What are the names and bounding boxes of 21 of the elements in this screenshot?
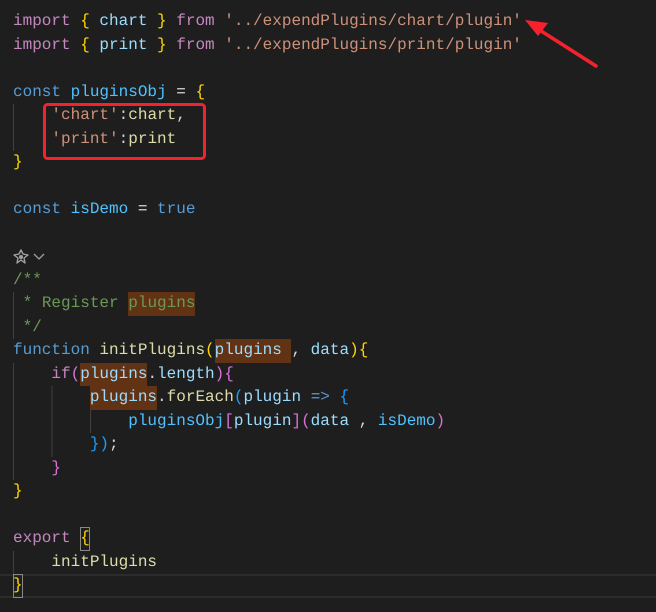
code-line: pluginsObj[plugin](data , isDemo) [13,410,446,433]
code-line: import { chart } from '../expendPlugins/chart/plugin' [13,11,522,32]
code-line: 'print':print [13,128,176,151]
code-line: import { print } from '../expendPlugins/print/plugin' [13,34,522,56]
code-line: } [0,574,656,598]
sparkle-icon[interactable] [13,248,29,265]
code-line: } [13,456,62,480]
code-line: } [13,481,23,502]
code-line: if(plugins.length){ [13,362,234,386]
code-line: /** [13,270,42,290]
code-line: const isDemo = true [13,199,196,220]
code-line: 'chart':chart, [13,104,186,128]
code-line: initPlugins [13,550,158,574]
chevron-down-icon[interactable] [33,252,45,261]
code-line: * Register plugins [13,292,196,316]
code-line: function initPlugins(plugins , data){ [13,339,368,362]
code-line: const pluginsObj = { [13,82,206,102]
code-line: */ [13,316,42,339]
code-line: export { [13,527,90,550]
code-line: } [13,152,23,173]
code-line: plugins.forEach(plugin => { [13,386,350,410]
